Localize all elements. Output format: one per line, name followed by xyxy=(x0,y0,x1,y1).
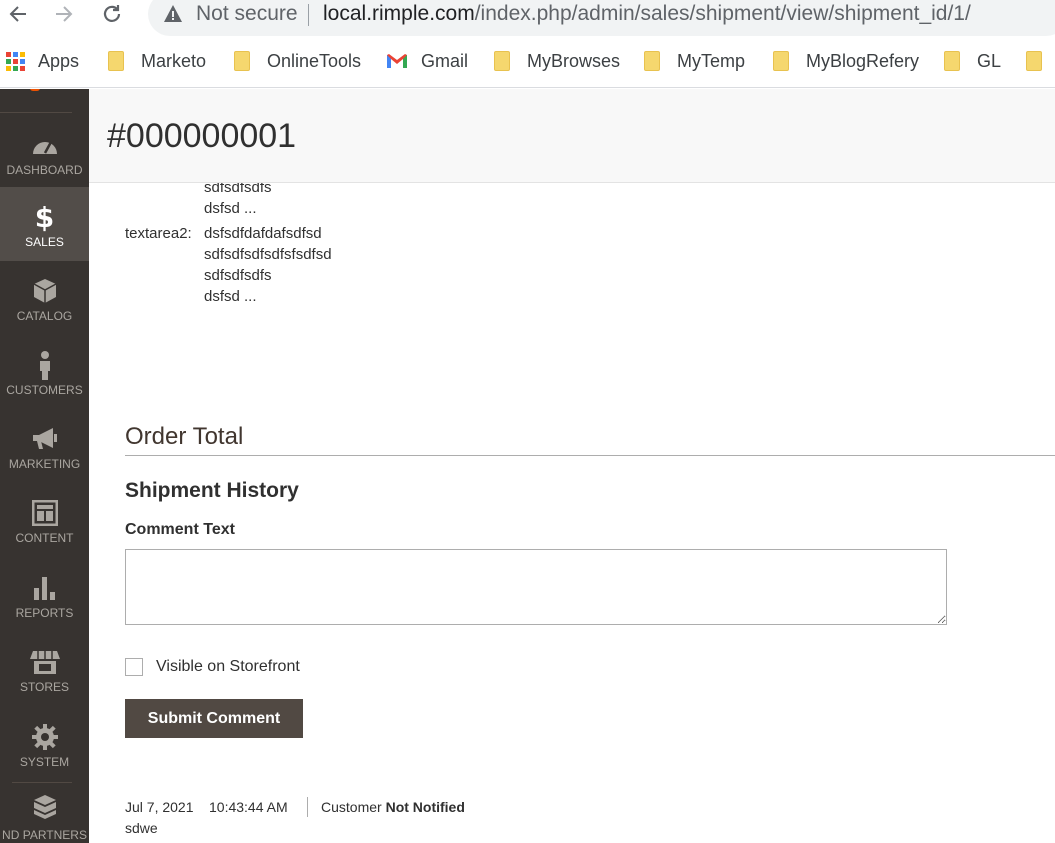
sidebar-item-partners[interactable]: ND PARTNERS xyxy=(0,783,89,843)
gear-icon xyxy=(0,722,89,752)
apps-grid-icon xyxy=(6,51,25,71)
sidebar-label: CATALOG xyxy=(16,309,73,323)
sidebar-label: SALES xyxy=(25,235,64,249)
bookmark-mytemp[interactable]: MyTemp xyxy=(644,48,745,74)
bookmark-label: Gmail xyxy=(421,50,469,71)
option-label: textarea2: xyxy=(125,225,192,242)
logo-fragment xyxy=(30,89,40,91)
bookmark-onlinetools[interactable]: OnlineTools xyxy=(234,48,361,74)
folder-icon xyxy=(234,51,250,71)
bookmarks-bar: Apps Marketo OnlineTools Gmail MyBrowses… xyxy=(0,36,1055,88)
url-path: /index.php/admin/sales/shipment/view/shi… xyxy=(474,2,971,25)
person-icon xyxy=(0,350,89,380)
blocks-icon xyxy=(0,792,89,822)
forward-arrow-icon[interactable] xyxy=(50,0,78,28)
sidebar-label: CUSTOMERS xyxy=(6,383,83,397)
visible-on-storefront-row[interactable]: Visible on Storefront xyxy=(125,658,300,676)
sidebar-item-reports[interactable]: REPORTS xyxy=(0,558,89,632)
reload-icon[interactable] xyxy=(98,0,126,28)
sidebar-label: ND PARTNERS xyxy=(2,828,87,842)
folder-icon xyxy=(1026,51,1042,71)
comment-textarea[interactable] xyxy=(125,549,947,625)
sidebar-divider xyxy=(0,112,72,113)
option-value-line: sdfsdfsdfs xyxy=(204,267,272,284)
visible-on-storefront-label[interactable]: Visible on Storefront xyxy=(156,658,300,676)
order-total-title: Order Total xyxy=(125,423,244,450)
bookmark-overflow[interactable] xyxy=(1026,48,1055,74)
bookmark-marketo[interactable]: Marketo xyxy=(108,48,206,74)
bookmark-label: MyBrowses xyxy=(527,50,621,71)
option-values: dsfsdfdafdafsdfsd sdfsdfsdfsdfsfsdfsd sd… xyxy=(204,223,332,307)
back-arrow-icon[interactable] xyxy=(4,0,32,28)
sidebar-item-marketing[interactable]: MARKETING xyxy=(0,409,89,483)
folder-icon xyxy=(108,51,124,71)
bookmark-label: MyBlogRefery xyxy=(806,50,920,71)
dashboard-icon xyxy=(0,130,89,160)
folder-icon xyxy=(494,51,510,71)
store-icon xyxy=(0,647,89,677)
history-customer-status: Customer Not Notified xyxy=(321,799,465,815)
sidebar-label: MARKETING xyxy=(8,457,81,471)
visible-on-storefront-checkbox[interactable] xyxy=(125,658,143,676)
browser-toolbar: Not secure local.rimple.com/index.php/ad… xyxy=(0,0,1055,36)
bookmark-label: GL xyxy=(977,50,1002,71)
customer-notified-status: Not Notified xyxy=(385,799,465,815)
history-date: Jul 7, 2021 xyxy=(125,799,194,815)
page-header: #000000001 xyxy=(89,89,1055,183)
sidebar-label: SYSTEM xyxy=(19,755,70,769)
bookmark-gmail[interactable]: Gmail xyxy=(386,48,468,74)
submit-comment-button[interactable]: Submit Comment xyxy=(125,699,303,738)
folder-icon xyxy=(644,51,660,71)
option-values: sdfsdfsdfs dsfsd ... xyxy=(204,183,272,219)
sidebar-item-content[interactable]: CONTENT xyxy=(0,483,89,557)
bar-chart-icon xyxy=(0,573,89,603)
sidebar-label: REPORTS xyxy=(15,606,74,620)
option-value-line: dsfsdfdafdafsdfsd xyxy=(204,225,322,242)
url-separator xyxy=(308,4,309,26)
history-separator xyxy=(307,797,308,817)
bookmark-mybrowses[interactable]: MyBrowses xyxy=(494,48,620,74)
bookmark-gl[interactable]: GL xyxy=(944,48,1001,74)
folder-icon xyxy=(944,51,960,71)
url-host: local.rimple.com xyxy=(323,2,475,25)
customer-prefix: Customer xyxy=(321,799,382,815)
option-value-line: dsfsd ... xyxy=(204,288,257,305)
page-title: #000000001 xyxy=(107,117,297,155)
sidebar-item-sales[interactable]: $ SALES xyxy=(0,187,89,261)
sidebar-label: DASHBOARD xyxy=(6,163,83,177)
bookmark-label: MyTemp xyxy=(677,50,746,71)
folder-icon xyxy=(773,51,789,71)
section-divider xyxy=(125,455,1055,456)
history-time: 10:43:44 AM xyxy=(209,799,288,815)
dollar-icon: $ xyxy=(34,200,55,234)
gmail-icon xyxy=(387,54,407,68)
history-note: sdwe xyxy=(125,820,158,836)
sidebar-label: CONTENT xyxy=(15,531,74,545)
url-text[interactable]: local.rimple.com/index.php/admin/sales/s… xyxy=(323,2,971,26)
sidebar-item-customers[interactable]: CUSTOMERS xyxy=(0,335,89,409)
sidebar-item-dashboard[interactable]: DASHBOARD xyxy=(0,115,89,189)
not-secure-label[interactable]: Not secure xyxy=(196,2,298,26)
admin-sidebar: DASHBOARD $ SALES CATALOG CUSTOMERS MARK… xyxy=(0,89,89,843)
option-value-line: sdfsdfsdfsdfsfsdfsd xyxy=(204,246,332,263)
sidebar-item-system[interactable]: SYSTEM xyxy=(0,707,89,781)
sidebar-label: STORES xyxy=(19,680,70,694)
warning-triangle-icon[interactable] xyxy=(163,2,183,31)
bookmark-label: Marketo xyxy=(141,50,207,71)
bookmark-apps[interactable]: Apps xyxy=(6,48,79,74)
option-value-line: sdfsdfsdfs xyxy=(204,183,272,196)
megaphone-icon xyxy=(0,424,89,454)
main-content: sdfsdfsdfs dsfsd ... textarea2: dsfsdfda… xyxy=(89,183,1055,843)
shipment-history-title: Shipment History xyxy=(125,479,299,502)
sidebar-item-stores[interactable]: STORES xyxy=(0,632,89,706)
box-icon xyxy=(0,276,89,306)
option-value-line: dsfsd ... xyxy=(204,200,257,217)
bookmark-label: Apps xyxy=(38,50,80,71)
comment-text-label: Comment Text xyxy=(125,521,235,538)
bookmark-label: OnlineTools xyxy=(267,50,362,71)
layout-icon xyxy=(0,498,89,528)
bookmark-myblogrefery[interactable]: MyBlogRefery xyxy=(773,48,919,74)
sidebar-item-catalog[interactable]: CATALOG xyxy=(0,261,89,335)
